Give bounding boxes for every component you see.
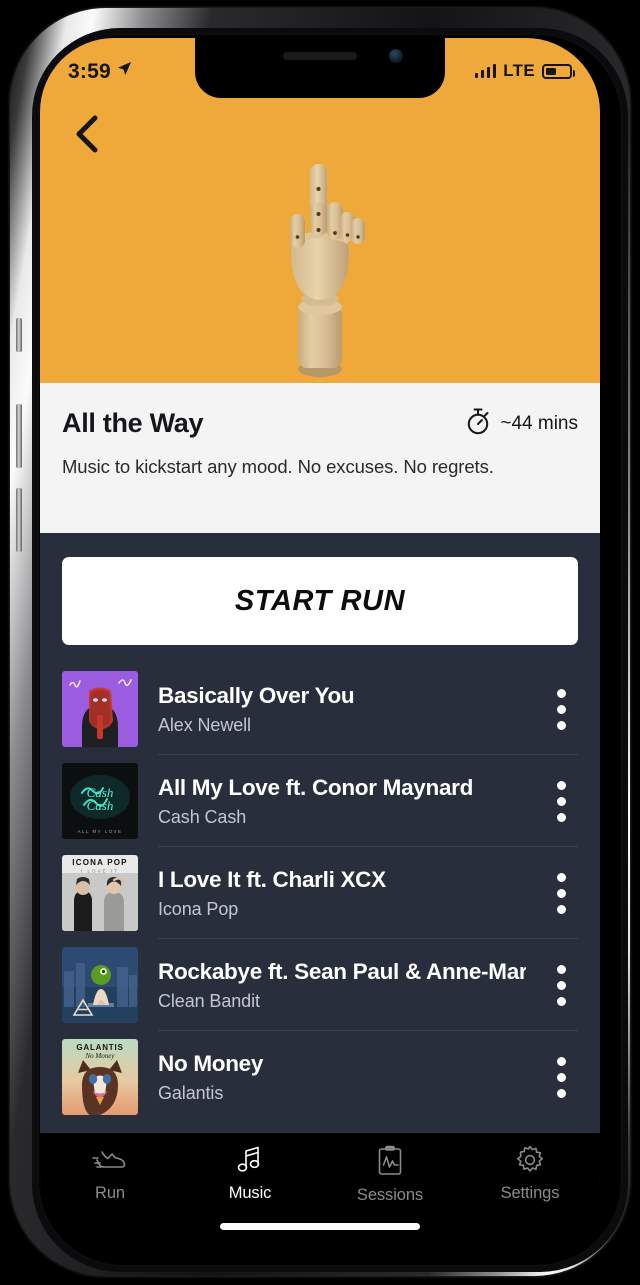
playlist-duration-label: ~44 mins	[500, 412, 578, 434]
track-list: Basically Over You Alex Newell Cash Cash…	[40, 663, 600, 1123]
track-row[interactable]: GALANTIS No Money No Money Galantis	[62, 1031, 578, 1123]
playlist-description: Music to kickstart any mood. No excuses.…	[62, 456, 494, 477]
track-meta: No Money Galantis	[158, 1051, 544, 1104]
status-bar-right: LTE	[474, 61, 575, 81]
status-bar: 3:59 LTE	[40, 38, 600, 88]
track-artist: Cash Cash	[158, 806, 247, 827]
svg-text:ICONA POP: ICONA POP	[72, 858, 127, 867]
phone-screen: 3:59 LTE All the Way ~44 mins Music to k…	[40, 38, 600, 1246]
track-artist: Alex Newell	[158, 714, 251, 735]
cellular-signal-icon	[474, 64, 497, 78]
svg-text:ALL MY LOVE: ALL MY LOVE	[78, 829, 123, 834]
track-meta: Basically Over You Alex Newell	[158, 683, 544, 736]
wooden-hand-illustration	[260, 156, 380, 383]
status-bar-left: 3:59	[68, 61, 132, 82]
status-time: 3:59	[68, 59, 111, 83]
running-shoe-icon	[92, 1145, 128, 1175]
track-title: Rockabye ft. Sean Paul & Anne-Marie	[158, 958, 526, 984]
start-run-wrapper: START RUN	[40, 533, 600, 645]
playlist-header-row: All the Way ~44 mins	[62, 407, 578, 440]
track-artist: Clean Bandit	[158, 990, 260, 1011]
svg-text:Cash: Cash	[87, 798, 114, 813]
mute-switch[interactable]	[16, 318, 22, 352]
svg-text:I LOVE IT: I LOVE IT	[81, 869, 119, 874]
tab-run[interactable]: Run	[40, 1145, 180, 1203]
volume-down-button[interactable]	[16, 488, 22, 552]
tab-music-label: Music	[228, 1184, 272, 1202]
kebab-menu-icon[interactable]	[544, 1048, 578, 1106]
album-art-no-money: GALANTIS No Money	[62, 1039, 138, 1115]
playlist-duration: ~44 mins	[465, 407, 578, 440]
screenshot-stage: 3:59 LTE All the Way ~44 mins Music to k…	[0, 0, 640, 1285]
svg-text:No Money: No Money	[85, 1052, 116, 1060]
tab-sessions[interactable]: Sessions	[320, 1145, 460, 1205]
stopwatch-icon	[465, 407, 491, 440]
track-meta: Rockabye ft. Sean Paul & Anne-Marie Clea…	[158, 959, 544, 1012]
battery-icon	[542, 63, 575, 79]
album-art-i-love-it: ICONA POP I LOVE IT	[62, 855, 138, 931]
kebab-menu-icon[interactable]	[544, 680, 578, 738]
track-title: All My Love ft. Conor Maynard	[158, 774, 474, 800]
tab-music[interactable]: Music	[180, 1145, 320, 1203]
playlist-title: All the Way	[62, 408, 204, 438]
track-row[interactable]: ICONA POP I LOVE IT I Love It ft. Charli…	[62, 847, 578, 939]
tab-settings-label: Settings	[500, 1184, 560, 1202]
location-arrow-icon	[117, 61, 132, 81]
chevron-left-icon	[73, 115, 99, 153]
track-meta: I Love It ft. Charli XCX Icona Pop	[158, 867, 544, 920]
track-title: No Money	[158, 1050, 264, 1076]
track-meta: All My Love ft. Conor Maynard Cash Cash	[158, 775, 544, 828]
playlist-info-panel: All the Way ~44 mins Music to kickstart …	[40, 383, 600, 533]
tab-sessions-label: Sessions	[356, 1186, 424, 1204]
music-note-icon	[235, 1145, 265, 1175]
track-row[interactable]: Rockabye ft. Sean Paul & Anne-Marie Clea…	[62, 939, 578, 1031]
back-button[interactable]	[62, 110, 110, 158]
track-row[interactable]: Cash Cash ALL MY LOVE All My Love ft. Co…	[62, 755, 578, 847]
kebab-menu-icon[interactable]	[544, 864, 578, 922]
track-title: Basically Over You	[158, 682, 355, 708]
track-artist: Galantis	[158, 1082, 224, 1103]
clipboard-chart-icon	[376, 1145, 404, 1177]
track-artist: Icona Pop	[158, 898, 239, 919]
svg-text:GALANTIS: GALANTIS	[76, 1043, 123, 1052]
track-row[interactable]: Basically Over You Alex Newell	[62, 663, 578, 755]
tab-run-label: Run	[95, 1184, 125, 1202]
kebab-menu-icon[interactable]	[544, 956, 578, 1014]
album-art-rockabye	[62, 947, 138, 1023]
volume-up-button[interactable]	[16, 404, 22, 468]
network-type-label: LTE	[503, 61, 535, 80]
kebab-menu-icon[interactable]	[544, 772, 578, 830]
gear-icon	[515, 1145, 545, 1175]
home-indicator[interactable]	[220, 1223, 420, 1230]
start-run-button[interactable]: START RUN	[62, 557, 578, 645]
track-title: I Love It ft. Charli XCX	[158, 866, 386, 892]
tab-settings[interactable]: Settings	[460, 1145, 600, 1203]
album-art-basically-over-you	[62, 671, 138, 747]
album-art-all-my-love: Cash Cash ALL MY LOVE	[62, 763, 138, 839]
